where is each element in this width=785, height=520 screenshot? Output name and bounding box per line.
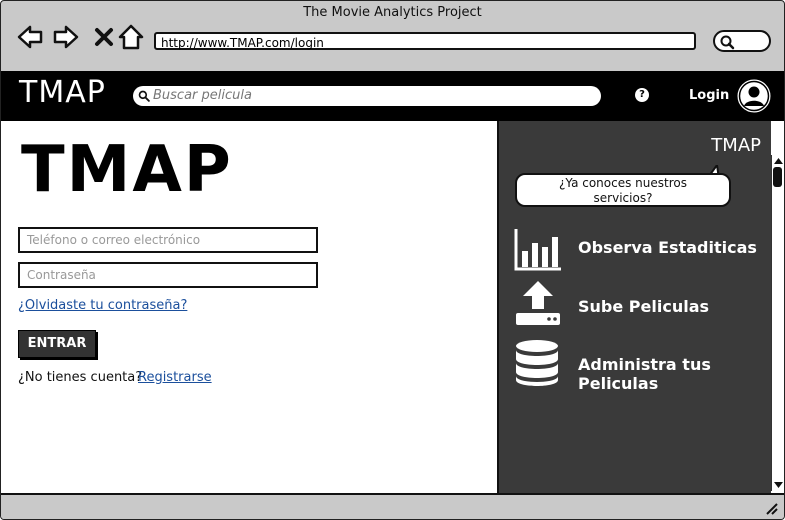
panel-title: TMAP — [711, 135, 761, 156]
page-logo: TMAP — [21, 133, 233, 207]
no-account-text: ¿No tienes cuenta? — [18, 370, 143, 385]
feature-label-manage: Administra tus Peliculas — [578, 355, 711, 393]
movie-search-input[interactable]: Buscar pelicula — [133, 86, 601, 106]
movie-search-placeholder: Buscar pelicula — [153, 88, 252, 103]
scroll-up-icon[interactable] — [773, 156, 784, 166]
upload-icon — [516, 281, 560, 325]
services-bubble: ¿Ya conoces nuestros servicios? — [515, 173, 731, 207]
window-title: The Movie Analytics Project — [303, 5, 482, 20]
database-icon — [516, 340, 558, 386]
home-button[interactable] — [117, 23, 145, 51]
browser-window: The Movie Analytics Project http://www.T… — [0, 0, 785, 520]
home-icon — [118, 24, 144, 50]
forward-button[interactable] — [52, 23, 80, 51]
login-link[interactable]: Login — [689, 88, 729, 103]
panel-scrollbar[interactable] — [771, 155, 784, 491]
scroll-down-icon[interactable] — [773, 480, 784, 490]
search-icon — [720, 35, 735, 50]
login-submit-button[interactable]: ENTRAR — [18, 330, 96, 358]
status-bar — [1, 493, 784, 519]
arrow-left-icon — [17, 25, 43, 49]
back-button[interactable] — [16, 23, 44, 51]
arrow-right-icon — [53, 25, 79, 49]
brand-logo[interactable]: TMAP — [19, 75, 106, 110]
close-icon — [95, 28, 113, 46]
help-icon[interactable]: ? — [635, 88, 649, 102]
resize-grip-icon[interactable] — [764, 501, 778, 515]
bubble-line-1: ¿Ya conoces nuestros — [559, 176, 687, 190]
bubble-line-2: servicios? — [593, 191, 653, 205]
browser-search-button[interactable] — [713, 30, 771, 52]
forgot-password-link[interactable]: ¿Olvidaste tu contraseña? — [18, 298, 187, 313]
password-field[interactable]: Contraseña — [18, 262, 318, 288]
user-avatar-icon[interactable] — [737, 79, 771, 113]
register-link[interactable]: Registrarse — [138, 370, 212, 385]
main-content: TMAP Teléfono o correo electrónico Contr… — [1, 121, 784, 493]
app-header: TMAP Buscar pelicula ? Login — [1, 71, 784, 121]
feature-label-stats: Observa Estaditicas — [578, 238, 757, 257]
phone-email-field[interactable]: Teléfono o correo electrónico — [18, 227, 318, 253]
bar-chart-icon — [514, 229, 561, 271]
scroll-thumb[interactable] — [773, 167, 782, 187]
stop-button[interactable] — [90, 23, 118, 51]
services-panel: TMAP ¿Ya conoces nuestros servicios? Obs… — [497, 121, 771, 493]
search-icon — [138, 90, 150, 102]
url-input[interactable]: http://www.TMAP.com/login — [154, 32, 696, 50]
feature-label-upload: Sube Peliculas — [578, 297, 710, 316]
